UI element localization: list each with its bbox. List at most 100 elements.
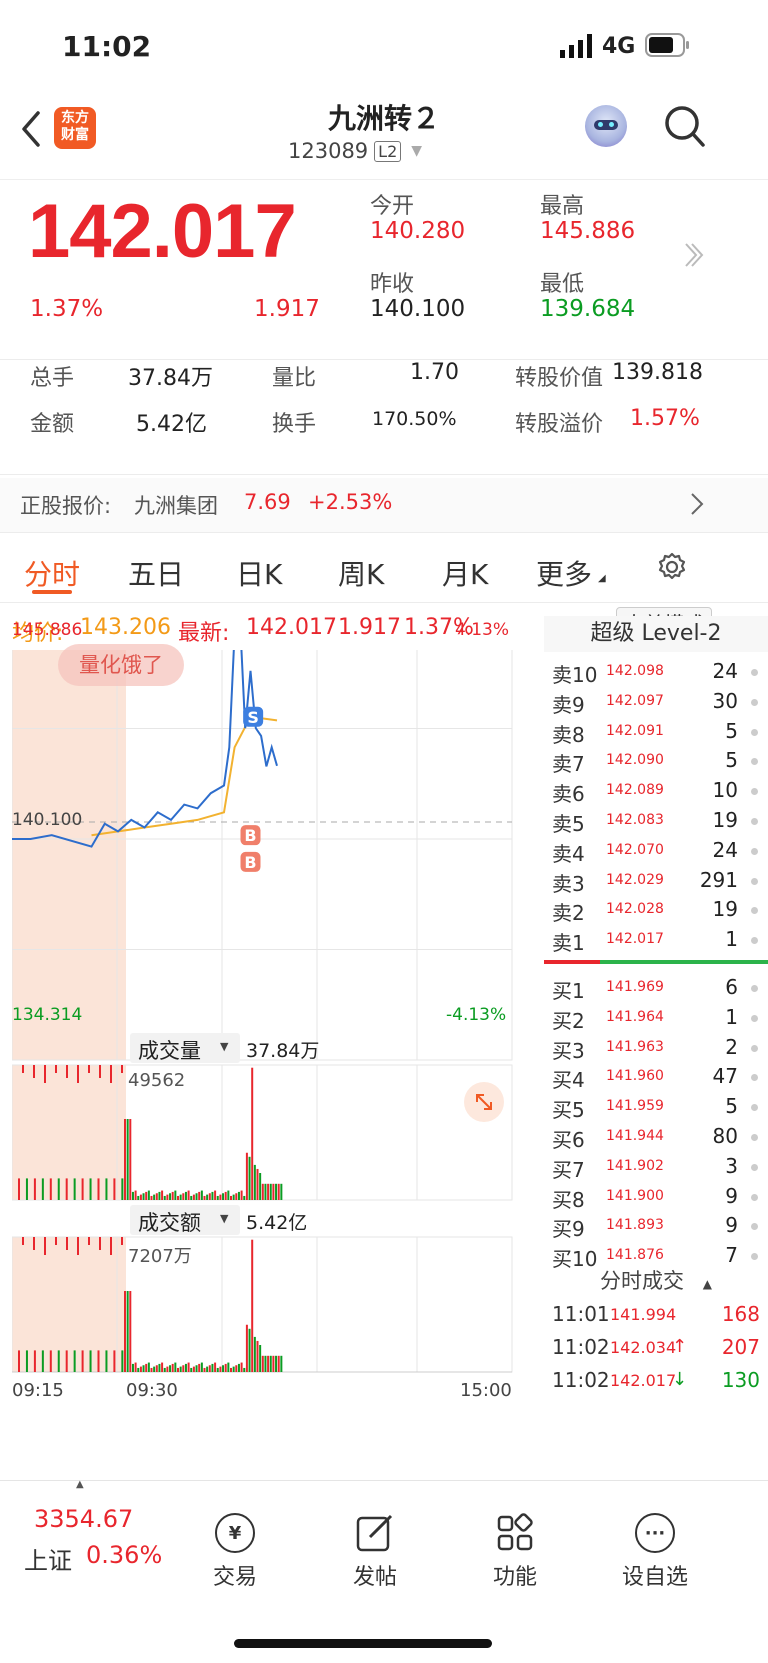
ob-level: 卖7 [552, 752, 585, 777]
code-row[interactable]: 123089 L2 ▼ [288, 139, 422, 163]
amount-bar [145, 1363, 148, 1372]
volume-bar [155, 1193, 158, 1200]
amount-bar [264, 1355, 267, 1372]
ob-level: 买1 [552, 979, 585, 1003]
tab-monthly-k[interactable]: 月K [442, 553, 488, 593]
amount-selector[interactable]: 成交额 ▼ [130, 1205, 240, 1235]
volume-bar [131, 1191, 134, 1200]
trades-title[interactable]: 分时成交 ▲ [544, 1265, 768, 1295]
tab-weekly-k[interactable]: 周K [338, 553, 384, 593]
bid-row[interactable]: 买3 141.963 2 [544, 1032, 768, 1063]
amount-bar [139, 1366, 142, 1372]
trade-time: 11:02 [552, 1368, 610, 1392]
volume-bar [216, 1195, 219, 1200]
volume-bar [150, 1195, 153, 1200]
ask-row[interactable]: 卖4 142.070 24 [544, 835, 768, 866]
ob-level: 买9 [552, 1217, 585, 1242]
ob-qty: 2 [725, 1034, 738, 1059]
level-badge: L2 [374, 140, 402, 162]
amount-bar [97, 1350, 100, 1372]
ask-row[interactable]: 卖5 142.083 19 [544, 805, 768, 836]
change-value: 1.917 [254, 296, 320, 322]
premarket-shade-amt [12, 1237, 126, 1372]
volume-bar-pre [110, 1065, 112, 1083]
bid-row[interactable]: 买4 141.960 47 [544, 1061, 768, 1092]
buy-marker: B [244, 826, 256, 845]
amount-bar [251, 1239, 254, 1372]
premium-value: 1.57% [630, 406, 700, 431]
amount-bar [245, 1324, 248, 1372]
nav-trade[interactable]: ¥ 交易 [180, 1513, 290, 1591]
volume-selector[interactable]: 成交量 ▼ [130, 1033, 240, 1063]
orderbook-title[interactable]: 超级 Level-2 [544, 616, 768, 652]
trade-row: 11:01 141.994 168 [544, 1300, 768, 1331]
bid-row[interactable]: 买6 141.944 80 [544, 1121, 768, 1152]
amount-value: 5.42亿 [136, 412, 207, 437]
amount-bar [203, 1367, 206, 1372]
amount-bar [49, 1350, 52, 1372]
intraday-chart[interactable]: S BB 145.886 4.13% 140.100 134.314 -4.13%… [11, 613, 542, 1460]
ob-price: 142.070 [606, 841, 664, 858]
volume-bar [73, 1178, 76, 1200]
dot-icon [751, 788, 758, 796]
ask-row[interactable]: 卖2 142.028 19 [544, 894, 768, 925]
volume-bar [113, 1178, 116, 1200]
x-label-start: 09:15 [12, 1380, 64, 1401]
amount-bar [174, 1362, 177, 1372]
robot-avatar-icon[interactable] [585, 105, 627, 147]
volume-bar [184, 1191, 187, 1200]
ask-row[interactable]: 卖1 142.017 1 [544, 924, 768, 955]
volume-bar [134, 1190, 137, 1200]
ask-row[interactable]: 卖8 142.091 5 [544, 716, 768, 747]
x-label-close: 15:00 [460, 1380, 512, 1401]
tab-intraday[interactable]: 分时 [24, 553, 80, 593]
price-block[interactable]: 142.017 1.37% 1.917 今开 140.280 最高 145.88… [0, 180, 768, 360]
volume-bar [214, 1190, 217, 1200]
index-value[interactable]: 3354.67 [34, 1505, 133, 1533]
amount-bar [134, 1362, 137, 1372]
orderbook-panel: 超级 Level-2 卖10 142.098 24 卖9 142.097 30 卖8 142.… [544, 616, 768, 1460]
nav-post[interactable]: 发帖 [320, 1513, 430, 1591]
volume-bar [208, 1193, 211, 1200]
amount-bar [163, 1367, 166, 1372]
bid-row[interactable]: 买8 141.900 9 [544, 1181, 768, 1212]
bid-row[interactable]: 买5 141.959 5 [544, 1091, 768, 1122]
volume-bar [18, 1178, 20, 1200]
volume-bar [187, 1190, 190, 1200]
nav-watchlist[interactable]: ··· 设自选 [600, 1513, 710, 1591]
ob-level: 买7 [552, 1157, 585, 1182]
nav-functions[interactable]: 功能 [460, 1513, 570, 1591]
amount-bar-pre [66, 1237, 68, 1250]
underlying-stock-row[interactable]: 正股报价: 九洲集团 7.69 +2.53% [0, 478, 768, 533]
volume-total: 37.84万 [246, 1040, 320, 1062]
bid-row[interactable]: 买7 141.902 3 [544, 1151, 768, 1182]
tab-more[interactable]: 更多 [536, 553, 592, 593]
ob-price: 142.090 [606, 752, 664, 769]
settings-gear-icon[interactable] [656, 551, 688, 587]
trades-caret-icon: ▲ [702, 1277, 712, 1291]
bid-row[interactable]: 买2 141.964 1 [544, 1002, 768, 1033]
volume-bar [177, 1195, 179, 1200]
ask-row[interactable]: 卖7 142.090 5 [544, 745, 768, 776]
ask-row[interactable]: 卖10 142.098 24 [544, 656, 768, 687]
expand-right-icon[interactable] [682, 240, 704, 274]
bid-row[interactable]: 买1 141.969 6 [544, 972, 768, 1003]
ask-row[interactable]: 卖3 142.029 291 [544, 865, 768, 896]
amount-bar [222, 1365, 225, 1372]
tab-five-day[interactable]: 五日 [128, 553, 184, 593]
ask-row[interactable]: 卖6 142.089 10 [544, 775, 768, 806]
bid-row[interactable]: 买9 141.893 9 [544, 1210, 768, 1241]
stock-name: 九洲集团 [134, 494, 218, 518]
volume-bar-pre [55, 1065, 57, 1073]
ob-level: 买5 [552, 1098, 585, 1123]
quant-badge[interactable]: 量化饿了 [58, 644, 184, 686]
tab-daily-k[interactable]: 日K [236, 553, 282, 593]
edit-icon [355, 1513, 395, 1553]
bottom-nav: ▲ 3354.67 上证 0.36% ¥ 交易 发帖 功能 ··· 设自选 [0, 1479, 768, 1663]
expand-chart-icon[interactable] [464, 1082, 504, 1122]
amount-bar [272, 1355, 275, 1372]
ask-row[interactable]: 卖9 142.097 30 [544, 686, 768, 717]
ask-bar [544, 960, 600, 964]
volume-bar [124, 1119, 126, 1200]
search-icon[interactable] [664, 105, 706, 153]
